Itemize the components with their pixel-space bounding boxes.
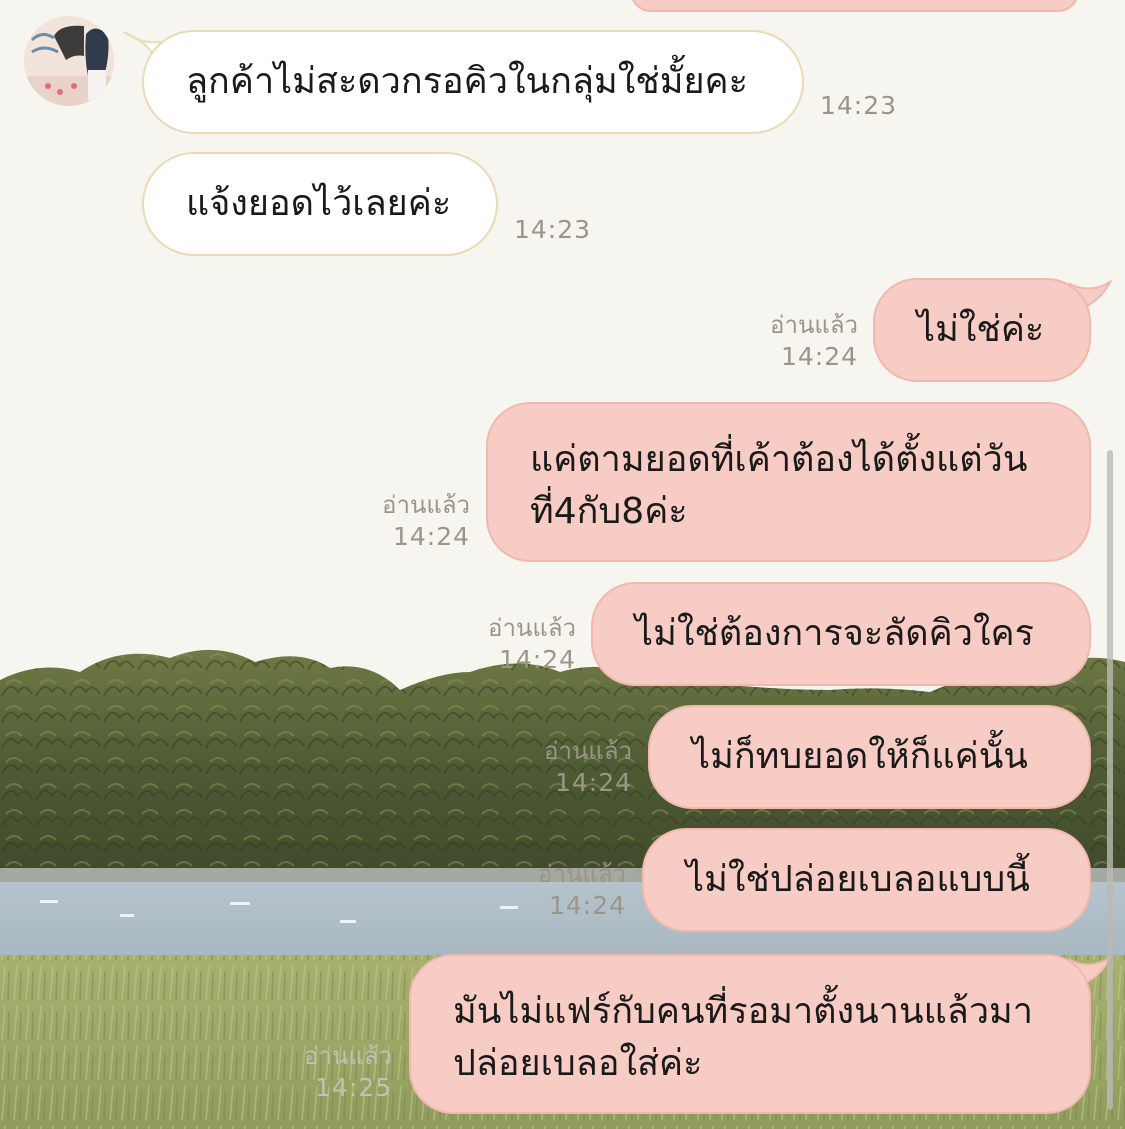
read-receipt: อ่านแล้ว 14:24 — [544, 737, 632, 797]
outgoing-message-bubble[interactable]: ไม่ก็ทบยอดให้ก็แค่นั้น — [648, 705, 1091, 809]
message-text-line: แค่ตามยอดที่เค้าต้องได้ตั้งแต่วัน — [530, 439, 1028, 480]
chat-window[interactable]: ลูกค้าไม่สะดวกรอคิวในกลุ่มใช่มั้ยคะ 14:2… — [0, 0, 1125, 1129]
read-receipt: อ่านแล้ว 14:24 — [488, 614, 576, 674]
read-receipt: อ่านแล้ว 14:24 — [538, 860, 626, 920]
user-avatar-icon[interactable] — [24, 16, 114, 106]
outgoing-message-bubble[interactable]: ไม่ใช่ค่ะ — [873, 278, 1091, 382]
message-text: ไม่ก็ทบยอดให้ก็แค่นั้น — [692, 736, 1028, 777]
message-text: แจ้งยอดไว้เลยค่ะ — [186, 183, 452, 224]
message-text: ไม่ใช่ค่ะ — [917, 309, 1045, 350]
message-timestamp: 14:23 — [514, 215, 592, 244]
incoming-message-bubble[interactable]: แจ้งยอดไว้เลยค่ะ — [142, 152, 498, 256]
read-receipt: อ่านแล้ว 14:24 — [770, 311, 858, 371]
read-receipt: อ่านแล้ว 14:25 — [304, 1042, 392, 1102]
previous-message-bubble-edge — [630, 0, 1079, 12]
outgoing-message-bubble[interactable]: ไม่ใช่ปล่อยเบลอแบบนี้ — [642, 828, 1091, 932]
outgoing-message-bubble[interactable]: แค่ตามยอดที่เค้าต้องได้ตั้งแต่วัน ที่4กั… — [486, 402, 1091, 562]
message-text: ไม่ใช่ต้องการจะลัดคิวใคร — [635, 613, 1034, 654]
outgoing-message-bubble[interactable]: ไม่ใช่ต้องการจะลัดคิวใคร — [591, 582, 1091, 686]
message-text-line: มันไม่แฟร์กับคนที่รอมาตั้งนานแล้วมา — [453, 991, 1033, 1032]
read-receipt: อ่านแล้ว 14:24 — [382, 491, 470, 551]
message-text-line: ที่4กับ8ค่ะ — [530, 491, 688, 532]
message-text: ลูกค้าไม่สะดวกรอคิวในกลุ่มใช่มั้ยคะ — [186, 61, 748, 102]
incoming-message-bubble[interactable]: ลูกค้าไม่สะดวกรอคิวในกลุ่มใช่มั้ยคะ — [142, 30, 804, 134]
message-text: ไม่ใช่ปล่อยเบลอแบบนี้ — [686, 859, 1030, 900]
message-text-line: ปล่อยเบลอใส่ค่ะ — [453, 1043, 703, 1084]
outgoing-message-bubble[interactable]: มันไม่แฟร์กับคนที่รอมาตั้งนานแล้วมา ปล่อ… — [409, 954, 1091, 1114]
message-timestamp: 14:23 — [820, 91, 898, 120]
scrollbar[interactable] — [1107, 450, 1113, 1110]
